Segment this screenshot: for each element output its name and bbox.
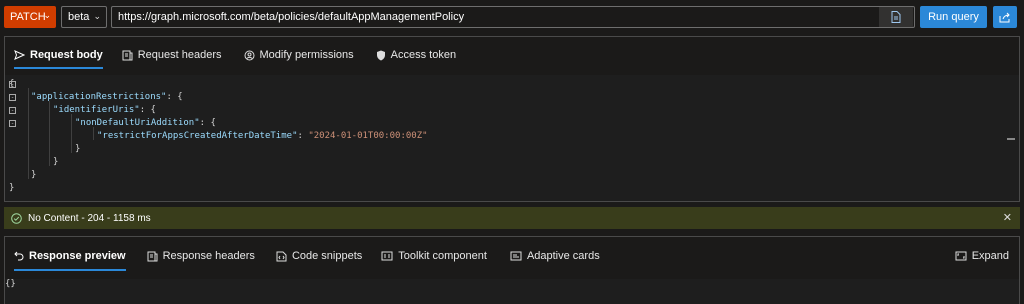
code-line: } <box>75 143 80 156</box>
code-line: } <box>9 182 14 195</box>
code-punctuation: } <box>9 183 15 193</box>
tab-access-token[interactable]: Access token <box>376 37 456 73</box>
response-body-text: {} <box>5 279 16 289</box>
fold-toggle-icon[interactable]: - <box>9 81 16 88</box>
status-text: No Content - 204 - 1158 ms <box>28 212 151 224</box>
version-dropdown[interactable]: beta ⌄ <box>61 6 107 28</box>
tab-label: Adaptive cards <box>526 250 600 262</box>
fold-toggle-icon[interactable]: - <box>9 120 16 127</box>
code-line: "restrictForAppsCreatedAfterDateTime": "… <box>97 130 428 143</box>
headers-icon <box>122 50 133 60</box>
tab-label: Request body <box>30 49 103 61</box>
fold-toggle-icon[interactable]: - <box>9 107 16 114</box>
expand-button[interactable]: Expand <box>955 237 1009 275</box>
document-icon[interactable] <box>879 7 913 27</box>
close-icon[interactable]: ✕ <box>1003 211 1012 224</box>
run-query-label: Run query <box>928 11 979 23</box>
expand-icon <box>955 251 967 261</box>
chevron-down-icon: ⌄ <box>43 10 51 20</box>
code-punctuation: : { <box>139 105 156 115</box>
code-line: "nonDefaultUriAddition": { <box>75 117 216 130</box>
url-value: https://graph.microsoft.com/beta/policie… <box>118 11 465 23</box>
tab-response-headers[interactable]: Response headers <box>147 237 255 275</box>
code-punctuation: : <box>297 131 309 141</box>
request-body-editor[interactable]: {- "applicationRestrictions": {- "identifi… <box>5 75 1019 201</box>
code-punctuation: : { <box>166 92 183 102</box>
tab-adaptive-cards[interactable]: Adaptive cards <box>510 237 600 275</box>
headers-icon <box>147 251 158 261</box>
expand-label: Expand <box>971 250 1009 262</box>
check-circle-icon <box>11 212 22 224</box>
url-input[interactable]: https://graph.microsoft.com/beta/policie… <box>111 6 915 28</box>
undo-icon <box>14 251 24 261</box>
code-line: } <box>31 169 36 182</box>
tab-modify-permissions[interactable]: Modify permissions <box>244 37 354 73</box>
status-bar: No Content - 204 - 1158 ms ✕ <box>4 207 1020 229</box>
run-query-button[interactable]: Run query <box>920 6 987 28</box>
code-punctuation: } <box>31 170 37 180</box>
tab-request-body[interactable]: Request body <box>14 37 103 73</box>
tab-label: Response headers <box>162 250 255 262</box>
tab-label: Modify permissions <box>259 49 354 61</box>
code-line: "applicationRestrictions": { <box>31 91 183 104</box>
code-icon <box>276 251 287 261</box>
method-label: PATCH <box>10 11 46 23</box>
query-bar: PATCH ⌄ beta ⌄ https://graph.microsoft.c… <box>0 0 1024 34</box>
permissions-icon <box>244 50 255 60</box>
json-key: "nonDefaultUriAddition" <box>75 118 200 128</box>
tab-toolkit-component[interactable]: Toolkit component <box>381 237 487 275</box>
tab-label: Response preview <box>29 250 126 262</box>
tab-request-headers[interactable]: Request headers <box>122 37 222 73</box>
json-key: "restrictForAppsCreatedAfterDateTime" <box>97 131 298 141</box>
method-dropdown[interactable]: PATCH ⌄ <box>4 6 56 28</box>
json-string-value: "2024-01-01T00:00:00Z" <box>308 131 428 141</box>
component-icon <box>381 251 393 261</box>
chevron-down-icon: ⌄ <box>93 11 101 21</box>
card-icon <box>510 251 522 261</box>
tab-code-snippets[interactable]: Code snippets <box>276 237 362 275</box>
fold-toggle-icon[interactable]: - <box>9 94 16 101</box>
lock-icon <box>376 50 385 60</box>
tab-label: Request headers <box>137 49 222 61</box>
code-line: "identifierUris": { <box>53 104 156 117</box>
request-panel: Request body Request headers Modify perm… <box>4 36 1020 202</box>
code-punctuation: } <box>53 157 59 167</box>
request-tabs: Request body Request headers Modify perm… <box>5 37 1019 73</box>
tab-label: Toolkit component <box>398 250 487 262</box>
send-icon <box>14 50 25 60</box>
tab-label: Access token <box>390 49 457 61</box>
scroll-indicator <box>1007 138 1015 140</box>
code-punctuation: : { <box>199 118 216 128</box>
json-key: "applicationRestrictions" <box>31 92 167 102</box>
code-line: } <box>53 156 58 169</box>
response-body-viewer: {} <box>5 279 1019 304</box>
version-label: beta <box>68 11 90 23</box>
json-key: "identifierUris" <box>53 105 140 115</box>
response-tabs: Response preview Response headers Code s… <box>5 237 1019 275</box>
response-panel: Response preview Response headers Code s… <box>4 236 1020 304</box>
share-icon[interactable] <box>993 6 1017 28</box>
code-punctuation: } <box>75 144 81 154</box>
tab-response-preview[interactable]: Response preview <box>14 237 126 275</box>
tab-label: Code snippets <box>291 250 363 262</box>
